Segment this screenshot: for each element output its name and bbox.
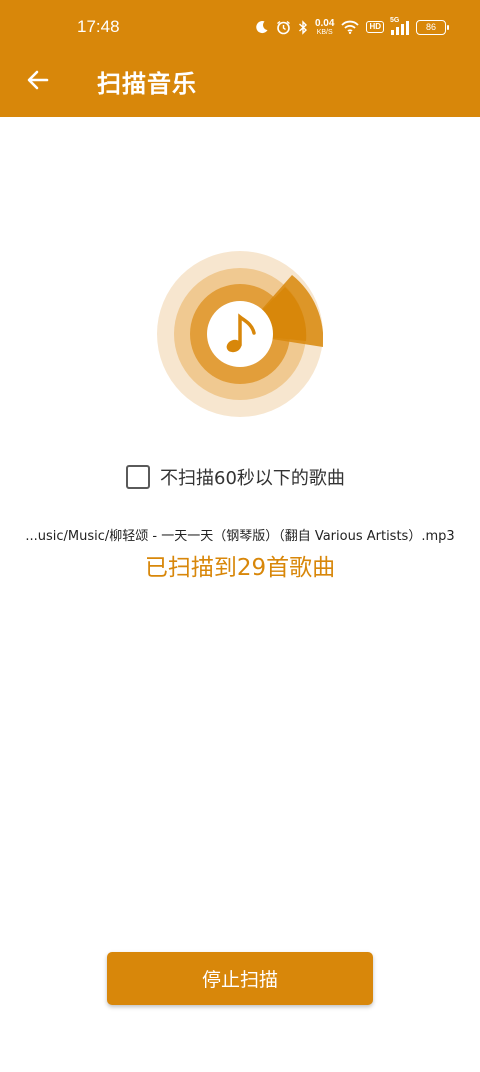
bluetooth-icon	[298, 19, 307, 35]
battery-level: 86	[425, 22, 436, 32]
scan-count: 已扫描到29首歌曲	[144, 555, 336, 581]
app-header: 17:48 0.04 KB/S HD 5G 86 扫描音乐	[0, 0, 480, 117]
skip-short-checkbox[interactable]	[126, 465, 150, 489]
net-speed-value: 0.04	[314, 17, 335, 29]
skip-short-label: 不扫描60秒以下的歌曲	[160, 468, 345, 489]
stop-scan-button[interactable]: 停止扫描	[107, 952, 373, 1005]
net-speed: 0.04 KB/S	[314, 17, 335, 36]
status-bar: 17:48 0.04 KB/S HD 5G 86	[0, 0, 480, 52]
signal-icon: 5G	[390, 16, 409, 35]
scan-animation	[157, 251, 324, 417]
skip-short-songs-option[interactable]: 不扫描60秒以下的歌曲	[126, 464, 345, 490]
back-button[interactable]	[22, 64, 54, 96]
hd-badge: HD	[366, 21, 384, 33]
battery-icon: 86	[416, 19, 449, 35]
current-scan-file: ...usic/Music/柳轻颂 - 一天一天（钢琴版）（翻自 Various…	[25, 529, 455, 544]
moon-icon	[256, 21, 268, 34]
alarm-icon	[277, 20, 290, 34]
page-title: 扫描音乐	[97, 70, 197, 98]
arrow-left-icon	[27, 70, 49, 90]
status-icons: 0.04 KB/S HD 5G 86	[255, 16, 449, 38]
status-time: 17:48	[77, 17, 120, 36]
wifi-icon	[341, 20, 360, 34]
network-gen: 5G	[390, 16, 400, 24]
net-speed-unit: KB/S	[316, 28, 333, 36]
